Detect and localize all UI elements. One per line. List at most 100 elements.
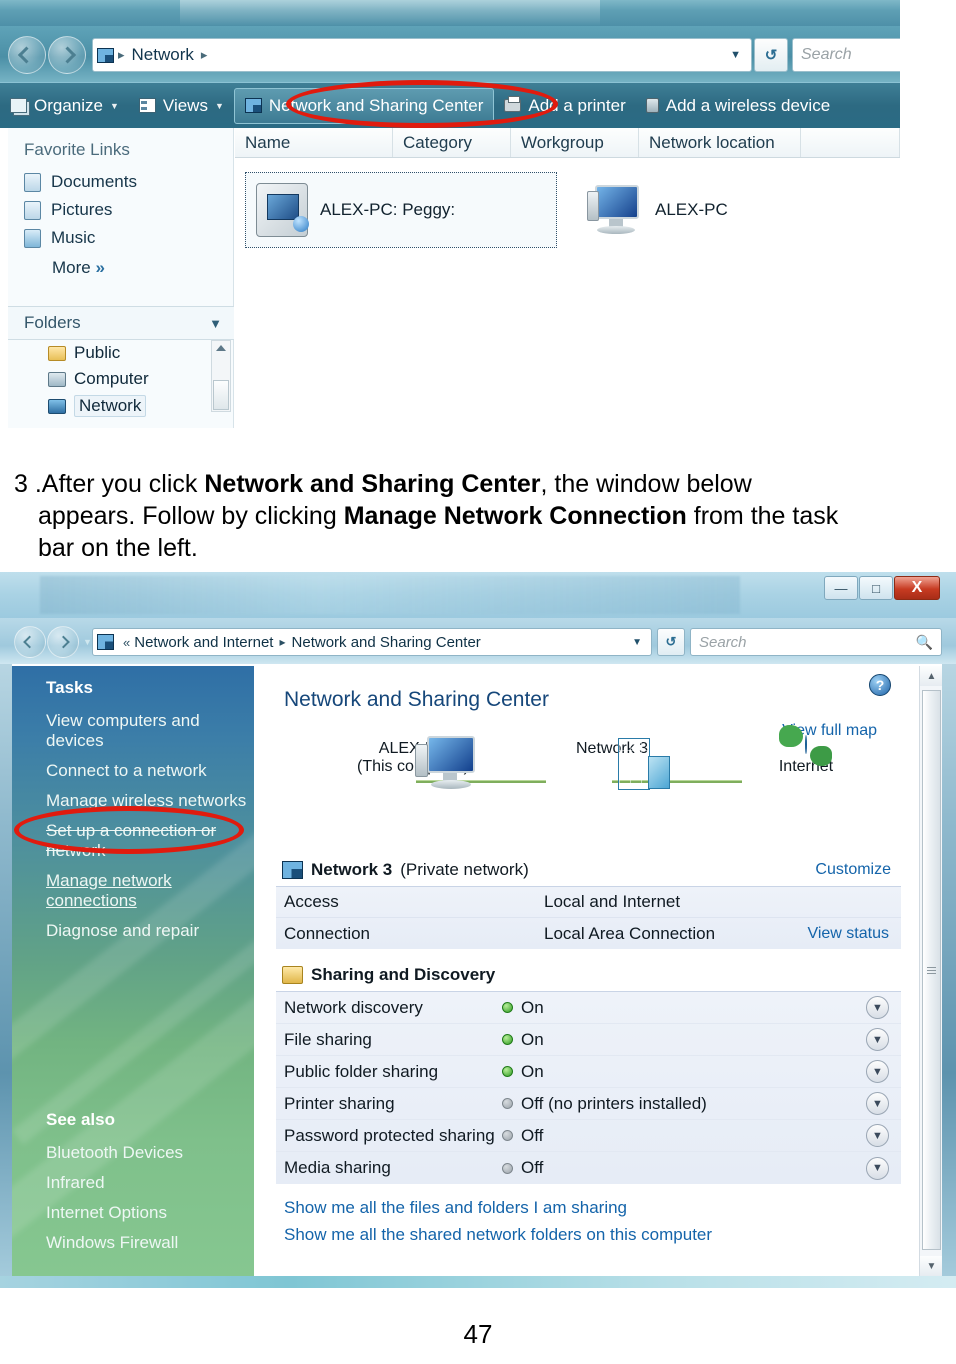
network-explorer-window: ▼ ▸ Network ▸ ▼ ↺ Search Organize ▼ View… [0,0,900,428]
chevron-down-icon[interactable]: ▼ [866,1124,889,1147]
overflow-chevron-icon[interactable]: « [119,635,134,650]
list-item[interactable]: ALEX-PC [577,172,738,248]
chevron-down-icon[interactable]: ▼ [866,996,889,1019]
map-node-computer[interactable]: ALEX-PC (This computer) [338,736,488,789]
status-indicator-off [502,1098,513,1109]
add-a-printer-label: Add a printer [528,95,626,115]
folders-label: Folders [24,313,81,332]
folders-header[interactable]: Folders ▼ [8,306,234,340]
back-button[interactable] [14,626,46,658]
search-input[interactable]: Search 🔍 [690,628,942,656]
show-files-and-folders-link[interactable]: Show me all the files and folders I am s… [284,1198,901,1218]
breadcrumb-network[interactable]: Network [129,45,197,65]
map-node-internet[interactable]: Internet [746,735,866,776]
chevron-down-icon[interactable]: ▼ [866,1092,889,1115]
window1-navigation-pane: Favorite Links Documents Pictures Music … [8,128,234,428]
column-header-network-location[interactable]: Network location [639,128,801,157]
add-a-printer-button[interactable]: Add a printer [494,89,635,123]
show-shared-network-folders-link[interactable]: Show me all the shared network folders o… [284,1225,901,1245]
favorite-item-documents[interactable]: Documents [8,168,233,196]
network-and-sharing-center-button[interactable]: Network and Sharing Center [233,87,495,124]
favorite-item-pictures[interactable]: Pictures [8,196,233,224]
breadcrumb-network-and-sharing-center[interactable]: Network and Sharing Center [292,634,481,651]
sharing-section-title: Sharing and Discovery [311,965,496,984]
views-button[interactable]: Views ▼ [129,89,234,123]
sidebar-item-infrared[interactable]: Infrared [12,1168,254,1198]
forward-button[interactable] [48,36,86,74]
vertical-scrollbar[interactable]: ▲ ▼ [919,666,942,1276]
more-button[interactable]: More » [8,252,233,284]
column-header-blank [801,128,900,157]
forward-button[interactable] [47,626,79,658]
sidebar-item-internet-options[interactable]: Internet Options [12,1198,254,1228]
row-value: On [521,997,544,1017]
address-bar[interactable]: ▸ Network ▸ ▼ [92,38,752,72]
scroll-up-icon[interactable] [216,345,226,351]
breadcrumb-separator-2[interactable]: ▸ [197,47,212,63]
column-header-workgroup[interactable]: Workgroup [511,128,639,157]
sidebar-item-connect-to-a-network[interactable]: Connect to a network [12,756,254,786]
column-header-name[interactable]: Name [235,128,393,157]
sidebar-item-diagnose-and-repair[interactable]: Diagnose and repair [12,916,254,946]
organize-label: Organize [34,95,103,115]
customize-link[interactable]: Customize [815,861,901,879]
row-value: Off [521,1125,544,1145]
instruction-line2-post: from the task [686,502,839,530]
add-a-wireless-device-label: Add a wireless device [665,95,831,115]
map-node-network[interactable]: Network 3 [544,736,680,790]
add-a-wireless-device-button[interactable]: Add a wireless device [636,89,840,123]
computer-icon [48,371,66,387]
help-icon[interactable]: ? [869,674,891,696]
sidebar-item-windows-firewall[interactable]: Windows Firewall [12,1228,254,1258]
maximize-button[interactable]: □ [859,576,893,600]
column-header-category[interactable]: Category [393,128,511,157]
chevron-down-icon[interactable]: ▼ [866,1156,889,1180]
tree-item-computer[interactable]: Computer [8,366,234,392]
close-button[interactable]: X [894,576,940,600]
minimize-button[interactable]: — [824,576,858,600]
favorite-item-music[interactable]: Music [8,224,233,252]
row-key: Connection [284,923,371,943]
window2-titlebar[interactable]: — □ X [0,572,956,618]
list-item-label: ALEX-PC [655,200,728,219]
tree-item-public[interactable]: Public [8,340,234,366]
window1-toolbar: Organize ▼ Views ▼ Network and Sharing C… [0,82,900,128]
sidebar-item-view-computers-and-devices[interactable]: View computers and devices [12,706,254,756]
folder-tree-scrollbar[interactable] [211,340,231,412]
address-bar[interactable]: « Network and Internet ▸ Network and Sha… [92,628,652,656]
refresh-button[interactable]: ↺ [657,628,685,656]
window2-content: Tasks View computers and devices Connect… [12,666,942,1276]
window2-left-frame [0,572,12,1288]
address-dropdown-icon[interactable]: ▼ [730,49,747,61]
breadcrumb-network-and-internet[interactable]: Network and Internet [134,634,273,651]
network-section-header: Network 3 (Private network) Customize [282,860,901,880]
table-row: Access Local and Internet [276,887,901,918]
sidebar-item-bluetooth-devices[interactable]: Bluetooth Devices [12,1138,254,1168]
network-icon [97,634,114,650]
search-input[interactable]: Search [792,38,900,72]
views-icon [138,98,156,113]
recent-pages-chevron-icon[interactable]: ▼ [83,637,92,647]
scrollbar-thumb[interactable] [922,690,941,1250]
instruction-line1-post: , the window below [540,470,752,498]
scrollbar-thumb[interactable] [213,380,229,410]
view-status-link[interactable]: View status [807,925,889,943]
refresh-button[interactable]: ↺ [754,38,788,72]
address-dropdown-icon[interactable]: ▼ [632,637,647,648]
sidebar-item-manage-network-connections[interactable]: Manage network connections [12,866,254,916]
list-item[interactable]: ALEX-PC: Peggy: [245,172,557,248]
chevron-down-icon[interactable]: ▼ [866,1028,889,1051]
tree-item-network[interactable]: Network [8,392,234,420]
scroll-down-icon[interactable]: ▼ [920,1256,942,1276]
documents-icon [24,172,41,192]
chevron-down-icon[interactable]: ▼ [866,1060,889,1083]
sidebar-item-set-up-a-connection-or-network[interactable]: Set up a connection or network [12,816,254,866]
sidebar-item-manage-wireless-networks[interactable]: Manage wireless networks [12,786,254,816]
music-icon [24,228,41,248]
back-button[interactable] [8,36,46,74]
organize-button[interactable]: Organize ▼ [0,89,129,123]
scroll-up-icon[interactable]: ▲ [920,666,942,686]
window1-glass-titlebar [0,0,900,26]
search-icon[interactable]: 🔍 [916,634,933,651]
status-indicator-on [502,1034,513,1045]
